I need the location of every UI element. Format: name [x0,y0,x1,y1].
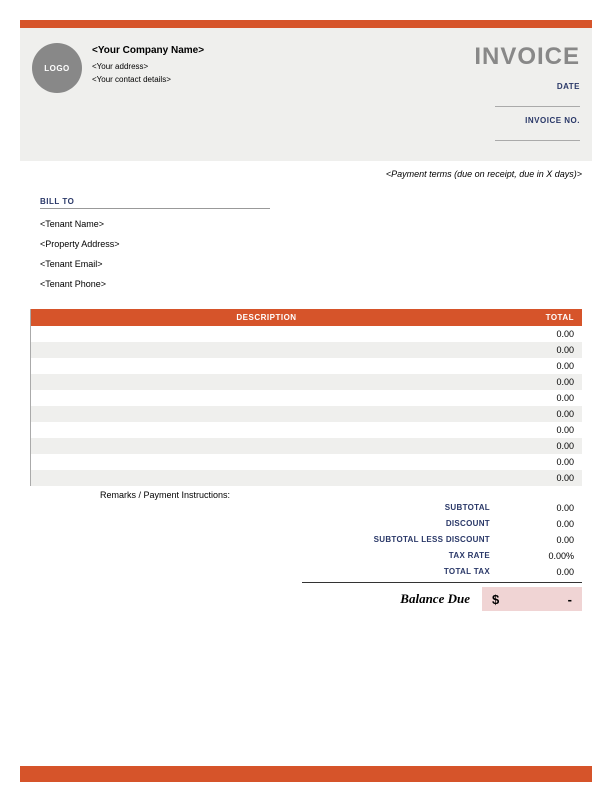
property-address: <Property Address> [40,239,612,249]
tenant-phone: <Tenant Phone> [40,279,612,289]
tenant-email: <Tenant Email> [40,259,612,269]
invoice-no-label: INVOICE NO. [525,116,580,125]
header-total: TOTAL [494,313,574,322]
balance-box: $ - [482,587,582,611]
table-row: 0.00 [31,422,582,438]
summary-section: SUBTOTAL 0.00 DISCOUNT 0.00 SUBTOTAL LES… [30,500,582,611]
table-row: 0.00 [31,390,582,406]
remarks-label: Remarks / Payment Instructions: [30,490,310,500]
logo-placeholder: LOGO [32,43,82,93]
header-section: LOGO <Your Company Name> <Your address> … [20,28,592,161]
items-table: DESCRIPTION TOTAL 0.000.000.000.000.000.… [30,309,582,486]
row-total: 0.00 [494,425,574,435]
table-row: 0.00 [31,326,582,342]
date-row: DATE [474,81,580,107]
row-total: 0.00 [494,345,574,355]
table-row: 0.00 [31,374,582,390]
remarks-row: Remarks / Payment Instructions: [30,490,582,500]
items-header: DESCRIPTION TOTAL [31,309,582,326]
header-description: DESCRIPTION [39,313,494,322]
bill-to-section: BILL TO <Tenant Name> <Property Address>… [40,197,612,289]
balance-value: - [568,592,572,607]
row-total: 0.00 [494,409,574,419]
table-row: 0.00 [31,454,582,470]
top-accent-bar [20,20,592,28]
table-row: 0.00 [31,438,582,454]
date-label: DATE [557,82,580,91]
tax-rate-row: TAX RATE 0.00% [302,548,582,564]
bill-to-underline [40,208,270,209]
discount-label: DISCOUNT [302,519,502,529]
subtotal-label: SUBTOTAL [302,503,502,513]
row-total: 0.00 [494,457,574,467]
total-tax-row: TOTAL TAX 0.00 [302,564,582,580]
subtotal-row: SUBTOTAL 0.00 [302,500,582,516]
tenant-name: <Tenant Name> [40,219,612,229]
bill-to-label: BILL TO [40,197,612,206]
discount-value: 0.00 [502,519,582,529]
row-total: 0.00 [494,329,574,339]
table-row: 0.00 [31,358,582,374]
invoice-no-value-line [495,127,580,141]
subtotal-less-label: SUBTOTAL LESS DISCOUNT [302,535,502,545]
payment-terms: <Payment terms (due on receipt, due in X… [0,169,582,179]
company-name: <Your Company Name> [92,43,204,59]
subtotal-value: 0.00 [502,503,582,513]
row-total: 0.00 [494,393,574,403]
invoice-no-row: INVOICE NO. [474,115,580,141]
table-row: 0.00 [31,470,582,486]
subtotal-less-value: 0.00 [502,535,582,545]
balance-row: Balance Due $ - [30,587,582,611]
total-tax-value: 0.00 [502,567,582,577]
subtotal-less-row: SUBTOTAL LESS DISCOUNT 0.00 [302,532,582,548]
row-total: 0.00 [494,473,574,483]
summary-group-1: SUBTOTAL 0.00 DISCOUNT 0.00 SUBTOTAL LES… [302,500,582,583]
invoice-title: INVOICE [474,43,580,71]
table-row: 0.00 [31,342,582,358]
date-value-line [495,93,580,107]
total-tax-label: TOTAL TAX [302,567,502,577]
bottom-accent-bar [20,766,592,782]
header-right: INVOICE DATE INVOICE NO. [474,43,580,141]
tax-rate-value: 0.00% [502,551,582,561]
company-info: <Your Company Name> <Your address> <Your… [92,43,204,141]
company-contact: <Your contact details> [92,74,204,87]
row-total: 0.00 [494,441,574,451]
row-total: 0.00 [494,361,574,371]
row-total: 0.00 [494,377,574,387]
tax-rate-label: TAX RATE [302,551,502,561]
balance-currency: $ [492,592,499,607]
balance-label: Balance Due [400,591,482,607]
discount-row: DISCOUNT 0.00 [302,516,582,532]
items-body: 0.00 0.00 0.00 0.00 0.00 0.00 0.00 0.00 0.00 0.00 [31,326,582,486]
company-address: <Your address> [92,61,204,74]
header-left: LOGO <Your Company Name> <Your address> … [32,43,204,141]
table-row: 0.00 [31,406,582,422]
